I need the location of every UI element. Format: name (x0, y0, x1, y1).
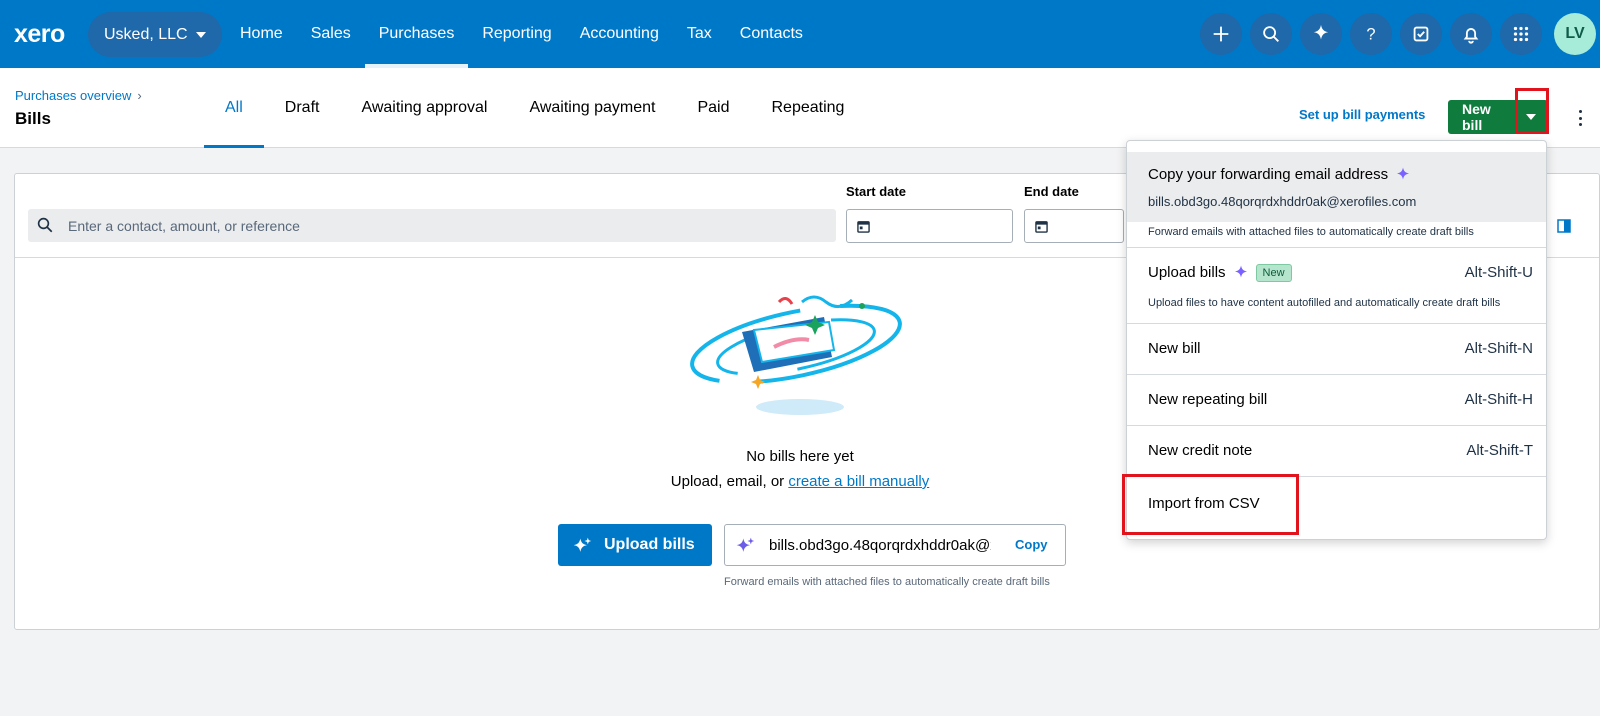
forwarding-email-field[interactable]: bills.obd3go.48qorqrdxhddr0ak@xerofiles.… (724, 524, 1066, 566)
menu-copy-forwarding-title: Copy your forwarding email address (1148, 166, 1412, 184)
forwarding-email-value: bills.obd3go.48qorqrdxhddr0ak@xerofiles.… (769, 537, 991, 554)
menu-new-bill-title: New bill (1148, 340, 1201, 357)
bell-icon[interactable] (1450, 13, 1492, 55)
menu-upload-description: Upload files to have content autofilled … (1148, 297, 1501, 309)
xero-logo[interactable]: xero (14, 20, 65, 49)
chevron-right-icon: › (137, 88, 142, 103)
nav-reporting[interactable]: Reporting (468, 0, 565, 68)
more-options-icon[interactable] (1570, 108, 1590, 128)
nav-sales[interactable]: Sales (297, 0, 365, 68)
menu-new-bill[interactable]: New bill Alt-Shift-N (1127, 324, 1546, 374)
tab-awaiting-payment[interactable]: Awaiting payment (508, 68, 676, 148)
tab-all[interactable]: All (204, 68, 264, 148)
highlight-box-dropdown-toggle (1515, 88, 1549, 134)
menu-new-bill-shortcut: Alt-Shift-N (1464, 340, 1533, 357)
page-header: Purchases overview › Bills All Draft Awai… (0, 68, 1600, 148)
sparkle-icon[interactable] (1300, 13, 1342, 55)
user-avatar[interactable]: LV (1554, 13, 1596, 55)
sparkle-icon (736, 537, 755, 552)
nav-purchases[interactable]: Purchases (364, 0, 469, 68)
top-icon-group: ? LV (1200, 0, 1600, 68)
nav-contacts[interactable]: Contacts (726, 0, 817, 68)
forwarding-hint: Forward emails with attached files to au… (724, 576, 1050, 588)
search-icon (37, 217, 53, 233)
menu-new-repeating-bill[interactable]: New repeating bill Alt-Shift-H (1127, 375, 1546, 425)
calendar-icon (1035, 221, 1048, 233)
sparkle-icon (1234, 265, 1247, 278)
apps-grid-icon[interactable] (1500, 13, 1542, 55)
menu-upload-bills-title: Upload bills New (1148, 264, 1292, 283)
setup-bill-payments-link[interactable]: Set up bill payments (1299, 107, 1425, 122)
tab-paid[interactable]: Paid (676, 68, 750, 148)
organisation-switcher[interactable]: Usked, LLC (88, 12, 222, 57)
columns-icon[interactable] (1557, 219, 1571, 233)
start-date-label: Start date (846, 184, 906, 199)
tab-awaiting-approval[interactable]: Awaiting approval (340, 68, 508, 148)
menu-upload-shortcut: Alt-Shift-U (1464, 264, 1533, 281)
chevron-down-icon (195, 31, 206, 38)
empty-state-prefix: Upload, email, or (670, 473, 789, 490)
top-navigation-bar: xero Usked, LLC Home Sales Purchases Rep… (0, 0, 1600, 68)
new-badge: New (1255, 264, 1292, 283)
plus-icon[interactable] (1200, 13, 1242, 55)
upload-bills-button[interactable]: Upload bills (558, 524, 712, 566)
organisation-name: Usked, LLC (104, 25, 188, 43)
copy-email-button[interactable]: Copy (1015, 537, 1048, 552)
new-bill-button[interactable]: New bill (1448, 101, 1514, 133)
sparkle-icon (573, 537, 592, 552)
breadcrumb: Purchases overview › (15, 88, 142, 103)
nav-tax[interactable]: Tax (673, 0, 726, 68)
svg-text:?: ? (1366, 26, 1375, 44)
search-placeholder: Enter a contact, amount, or reference (68, 217, 300, 234)
menu-credit-shortcut: Alt-Shift-T (1466, 442, 1533, 459)
upload-bills-label: Upload bills (604, 536, 695, 553)
menu-upload-bills[interactable]: Upload bills New Alt-Shift-U Upload files… (1127, 248, 1546, 323)
end-date-label: End date (1024, 184, 1079, 199)
main-nav: Home Sales Purchases Reporting Accountin… (226, 0, 817, 68)
start-date-input[interactable] (846, 209, 1013, 243)
search-input[interactable]: Enter a contact, amount, or reference (28, 209, 836, 242)
menu-repeating-title: New repeating bill (1148, 391, 1268, 408)
nav-accounting[interactable]: Accounting (566, 0, 673, 68)
calendar-icon (857, 221, 870, 233)
breadcrumb-purchases-overview[interactable]: Purchases overview (15, 88, 131, 103)
menu-forwarding-description: Forward emails with attached files to au… (1148, 226, 1474, 238)
create-bill-manually-link[interactable]: create a bill manually (788, 473, 929, 490)
tab-draft[interactable]: Draft (264, 68, 341, 148)
search-icon[interactable] (1250, 13, 1292, 55)
empty-bills-illustration (690, 295, 902, 415)
menu-new-credit-note[interactable]: New credit note Alt-Shift-T (1127, 426, 1546, 476)
menu-copy-forwarding-email[interactable]: Copy your forwarding email address bills… (1127, 152, 1546, 222)
sparkle-icon (1397, 167, 1410, 180)
nav-home[interactable]: Home (226, 0, 297, 68)
end-date-input[interactable] (1024, 209, 1124, 243)
highlight-box-import-csv (1122, 474, 1299, 535)
bill-status-tabs: All Draft Awaiting approval Awaiting pay… (204, 68, 865, 148)
help-icon[interactable]: ? (1350, 13, 1392, 55)
menu-credit-title: New credit note (1148, 442, 1253, 459)
menu-forwarding-email-address: bills.obd3go.48qorqrdxhddr0ak@xerofiles.… (1148, 194, 1417, 209)
tab-repeating[interactable]: Repeating (751, 68, 866, 148)
menu-repeating-shortcut: Alt-Shift-H (1464, 391, 1533, 408)
page-title: Bills (15, 109, 51, 128)
tasks-icon[interactable] (1400, 13, 1442, 55)
